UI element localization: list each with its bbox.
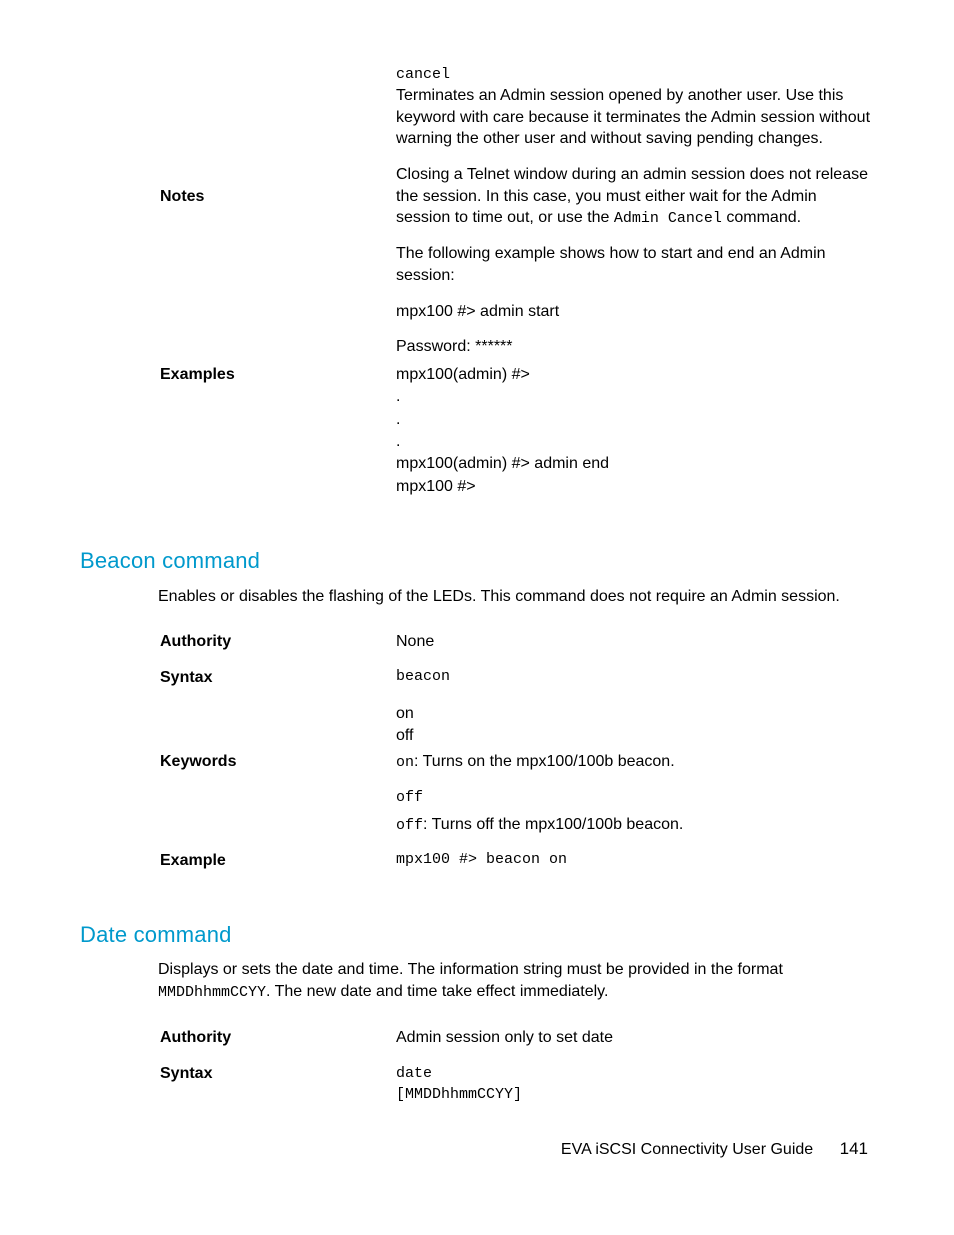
beacon-heading: Beacon command: [80, 546, 874, 576]
beacon-keywords-value: on: Turns on the mpx100/100b beacon.: [396, 751, 874, 773]
beacon-keywords-label: Keywords: [80, 751, 396, 773]
beacon-syntax-value: beacon: [396, 667, 874, 687]
ex-l2-row: Password: ******: [80, 336, 874, 358]
beacon-example-row: Example mpx100 #> beacon on: [80, 850, 874, 872]
ex-dot2: .: [396, 409, 874, 431]
date-syntax-l1: date: [396, 1063, 874, 1084]
page-footer: EVA iSCSI Connectivity User Guide 141: [561, 1138, 868, 1161]
beacon-onoff: on off: [396, 703, 874, 748]
beacon-onoff-row: on off: [80, 703, 874, 748]
ex-l4: mpx100(admin) #> admin end: [396, 453, 874, 475]
cancel-keyword: cancel: [396, 65, 874, 85]
beacon-kw-on: on: [396, 703, 874, 725]
document-page: cancel Terminates an Admin session opene…: [0, 0, 954, 1235]
date-authority-label: Authority: [80, 1027, 396, 1049]
notes-value: Closing a Telnet window during an admin …: [396, 164, 874, 229]
beacon-example-value: mpx100 #> beacon on: [396, 850, 874, 870]
date-intro-code: MMDDhhmmCCYY: [158, 984, 266, 1001]
ex-l3: mpx100(admin) #>: [396, 364, 874, 386]
cancel-value: cancel Terminates an Admin session opene…: [396, 65, 874, 150]
footer-page: 141: [840, 1138, 868, 1161]
beacon-off-row: off off: Turns off the mpx100/100b beaco…: [80, 788, 874, 837]
beacon-syntax-row: Syntax beacon: [80, 667, 874, 689]
examples-label: Examples: [80, 364, 396, 386]
date-heading: Date command: [80, 920, 874, 950]
ex-l1: mpx100 #> admin start: [396, 301, 874, 323]
beacon-keywords-row: Keywords on: Turns on the mpx100/100b be…: [80, 751, 874, 773]
beacon-off-line: off: Turns off the mpx100/100b beacon.: [396, 814, 874, 836]
beacon-example-label: Example: [80, 850, 396, 872]
date-intro-pre: Displays or sets the date and time. The …: [158, 961, 783, 978]
ex-dot1: .: [396, 386, 874, 408]
beacon-off-value: off off: Turns off the mpx100/100b beaco…: [396, 788, 874, 837]
ex-l5: mpx100 #>: [396, 476, 874, 498]
date-syntax-label: Syntax: [80, 1063, 396, 1085]
beacon-off-code1: off: [396, 788, 874, 808]
date-authority-value: Admin session only to set date: [396, 1027, 874, 1049]
beacon-syntax-label: Syntax: [80, 667, 396, 689]
beacon-authority-row: Authority None: [80, 631, 874, 653]
notes-text-post: command.: [722, 209, 801, 226]
date-syntax-l2: [MMDDhhmmCCYY]: [396, 1084, 874, 1105]
cancel-row: cancel Terminates an Admin session opene…: [80, 65, 874, 150]
example-intro: The following example shows how to start…: [396, 243, 874, 286]
date-syntax-value: date [MMDDhhmmCCYY]: [396, 1063, 874, 1105]
ex-l2: Password: ******: [396, 336, 874, 358]
beacon-on-code: on: [396, 754, 414, 771]
beacon-authority-value: None: [396, 631, 874, 653]
notes-label: Notes: [80, 186, 396, 208]
date-syntax-row: Syntax date [MMDDhhmmCCYY]: [80, 1063, 874, 1105]
example-intro-row: The following example shows how to start…: [80, 243, 874, 286]
beacon-intro: Enables or disables the flashing of the …: [158, 586, 874, 608]
beacon-kw-off: off: [396, 725, 874, 747]
ex-l1-row: mpx100 #> admin start: [80, 301, 874, 323]
ex-dot3: .: [396, 431, 874, 453]
date-intro: Displays or sets the date and time. The …: [158, 959, 874, 1003]
beacon-on-desc: : Turns on the mpx100/100b beacon.: [414, 753, 675, 770]
examples-row: Examples mpx100(admin) #> . . . mpx100(a…: [80, 364, 874, 498]
footer-title: EVA iSCSI Connectivity User Guide: [561, 1141, 813, 1158]
examples-value: mpx100(admin) #> . . . mpx100(admin) #> …: [396, 364, 874, 498]
date-authority-row: Authority Admin session only to set date: [80, 1027, 874, 1049]
beacon-off-code2: off: [396, 817, 423, 834]
notes-row: Notes Closing a Telnet window during an …: [80, 164, 874, 229]
notes-cmd: Admin Cancel: [614, 210, 722, 227]
beacon-authority-label: Authority: [80, 631, 396, 653]
beacon-off-desc: : Turns off the mpx100/100b beacon.: [423, 816, 683, 833]
cancel-desc: Terminates an Admin session opened by an…: [396, 85, 874, 150]
date-intro-post: . The new date and time take effect imme…: [266, 983, 608, 1000]
